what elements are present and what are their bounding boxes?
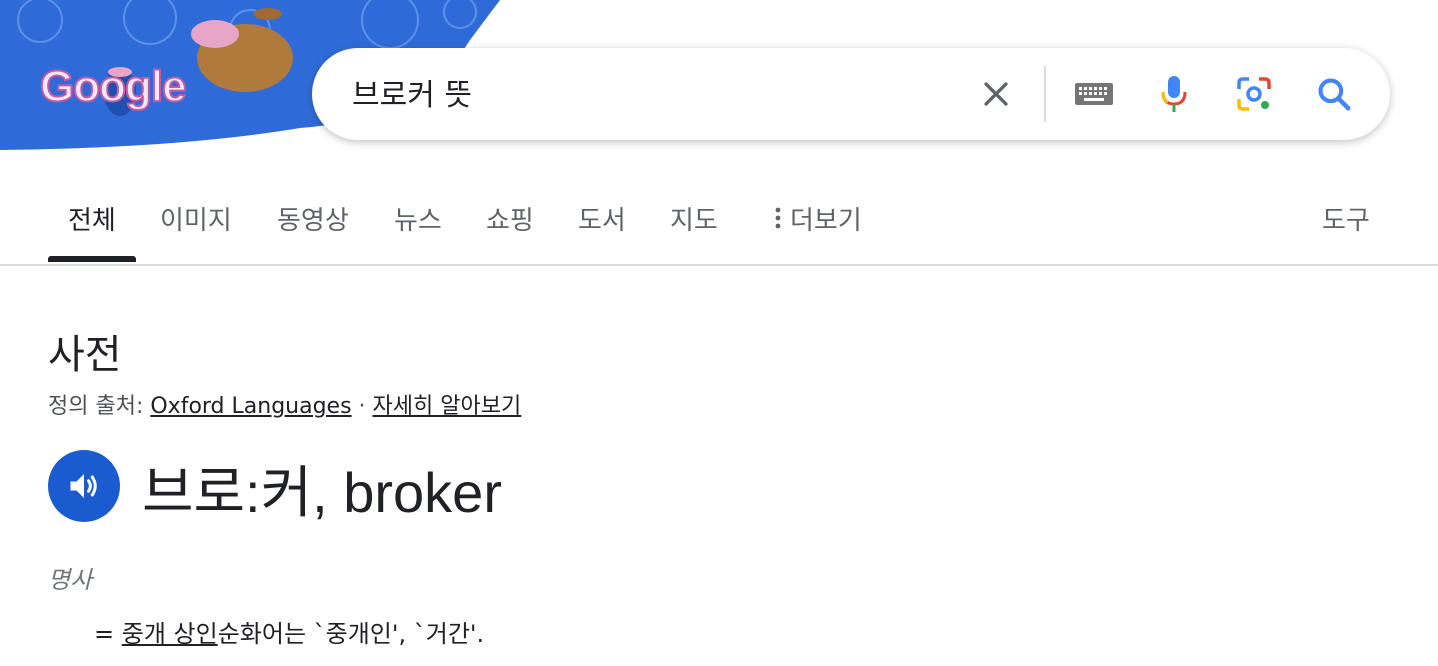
definition-link[interactable]: 중개 상인 <box>122 620 218 648</box>
tab-news[interactable]: 뉴스 <box>394 200 442 237</box>
definition: = 중개 상인순화어는 `중개인', `거간'. <box>94 614 484 649</box>
pronunciation-button[interactable] <box>48 450 120 522</box>
active-tab-indicator <box>48 256 136 262</box>
part-of-speech: 명사 <box>48 566 93 594</box>
tab-more[interactable]: 더보기 <box>774 200 862 238</box>
oxford-languages-link[interactable]: Oxford Languages <box>150 394 351 419</box>
mic-icon[interactable] <box>1152 72 1196 116</box>
tab-all[interactable]: 전체 <box>68 200 116 237</box>
lens-icon[interactable] <box>1232 72 1276 116</box>
definition-text: 순화어는 `중개인', `거간'. <box>217 620 485 648</box>
dictionary-title: 사전 <box>48 332 122 378</box>
definition-prefix: = <box>94 620 122 648</box>
tab-shopping[interactable]: 쇼핑 <box>486 200 534 237</box>
tab-more-label: 더보기 <box>790 206 862 236</box>
tab-images[interactable]: 이미지 <box>160 200 232 237</box>
keyboard-icon[interactable] <box>1072 72 1116 116</box>
definition-source: 정의 출처: Oxford Languages · 자세히 알아보기 <box>48 388 521 420</box>
search-input[interactable]: 브로커 뜻 <box>352 70 472 114</box>
more-vert-icon <box>774 205 790 238</box>
doodle-logo: Google <box>39 61 188 112</box>
tab-maps[interactable]: 지도 <box>670 200 718 237</box>
headword: 브로:커, broker <box>142 461 502 524</box>
search-box[interactable]: 브로커 뜻 <box>312 48 1390 140</box>
tab-books[interactable]: 도서 <box>578 200 626 237</box>
speaker-icon <box>70 474 97 498</box>
tab-videos[interactable]: 동영상 <box>277 200 349 237</box>
search-tabs: 전체 이미지 동영상 뉴스 쇼핑 도서 지도 더보기 도구 <box>0 170 1438 266</box>
clear-icon[interactable] <box>974 72 1018 116</box>
tools-button[interactable]: 도구 <box>1322 200 1370 237</box>
search-divider <box>1044 66 1046 122</box>
learn-more-link[interactable]: 자세히 알아보기 <box>373 394 522 419</box>
search-icon[interactable] <box>1312 72 1356 116</box>
source-separator: · <box>351 394 373 419</box>
source-prefix: 정의 출처: <box>48 394 151 419</box>
